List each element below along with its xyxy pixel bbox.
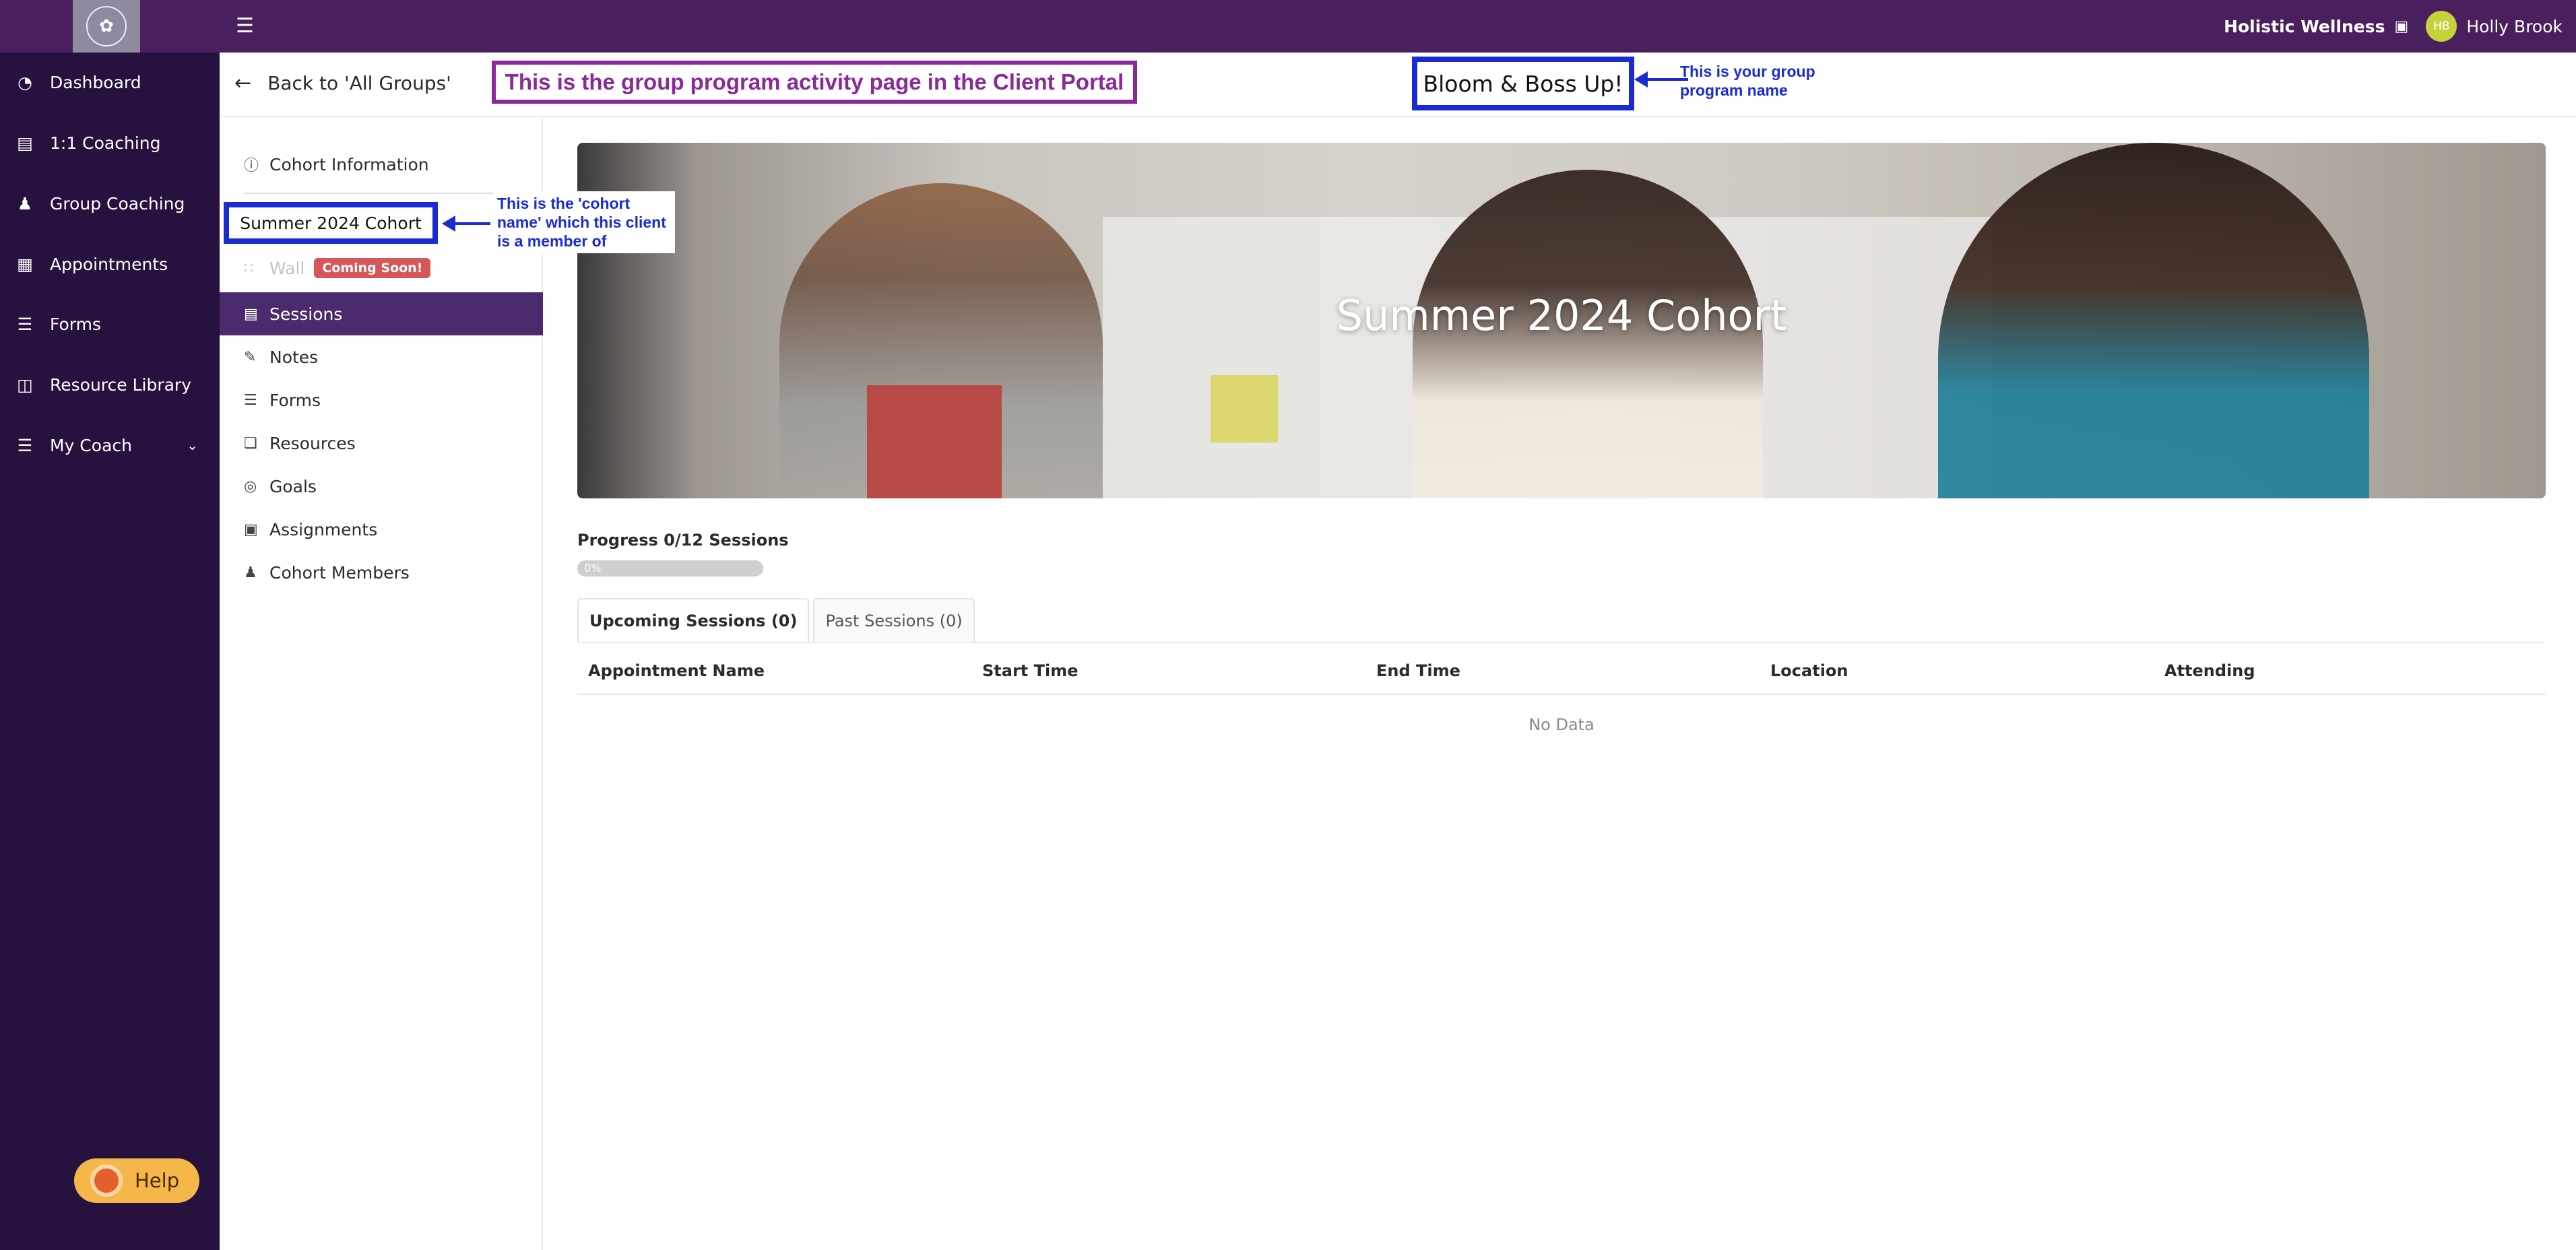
cohort-sidebar: ⓘ Cohort Information Summer 2024 Cohort … — [220, 117, 675, 1250]
tabs-divider — [577, 642, 2546, 643]
sidebar-item-label: Group Coaching — [50, 193, 185, 213]
coming-soon-badge: Coming Soon! — [314, 258, 431, 278]
user-name[interactable]: Holly Brook — [2466, 17, 2563, 36]
cohort-banner: Summer 2024 Cohort — [577, 143, 2546, 498]
top-bar: ✿ ☰ Holistic Wellness ▣ HB Holly Brook — [0, 0, 2576, 53]
cohort-name[interactable]: Summer 2024 Cohort — [224, 202, 438, 244]
annotation-page-description: This is the group program activity page … — [492, 61, 1137, 104]
annotation-cohort-note: This is the 'cohort name' which this cli… — [493, 191, 675, 253]
sessions-table-header: Appointment Name Start Time End Time Loc… — [577, 648, 2546, 695]
resources-icon: ❏ — [244, 434, 257, 452]
sub-item-cohort-members[interactable]: ♟ Cohort Members — [220, 551, 543, 594]
chevron-down-icon: ⌄ — [187, 437, 198, 453]
sub-item-notes[interactable]: ✎ Notes — [220, 335, 543, 379]
sub-item-label: Cohort Members — [269, 562, 410, 583]
sidebar-item-appointments[interactable]: ▦ Appointments — [0, 237, 220, 291]
org-name[interactable]: Holistic Wellness — [2224, 17, 2385, 36]
sidebar-item-my-coach[interactable]: ☰ My Coach ⌄ — [0, 418, 220, 472]
progress-label: Progress 0/12 Sessions — [577, 531, 789, 550]
sub-item-label: Resources — [269, 433, 356, 453]
sub-item-assignments[interactable]: ▣ Assignments — [220, 508, 543, 551]
sidebar-item-forms[interactable]: ☰ Forms — [0, 297, 220, 351]
members-icon: ♟ — [244, 564, 257, 581]
back-to-all-groups-link[interactable]: ← Back to 'All Groups' — [234, 71, 451, 95]
sidebar-item-dashboard[interactable]: ◔ Dashboard — [0, 55, 220, 109]
sidebar-item-label: 1:1 Coaching — [50, 133, 161, 153]
page-header: ← Back to 'All Groups' This is the group… — [220, 53, 2576, 117]
annotation-arrow-left-icon — [442, 216, 490, 232]
column-header-start-time[interactable]: Start Time — [982, 661, 1078, 680]
back-label: Back to 'All Groups' — [267, 72, 451, 94]
wall-icon: ∷ — [244, 259, 253, 277]
sessions-icon: ▤ — [244, 305, 258, 323]
column-header-attending[interactable]: Attending — [2164, 661, 2255, 680]
tab-past-sessions[interactable]: Past Sessions (0) — [813, 598, 975, 643]
sidebar-item-label: Dashboard — [50, 72, 141, 92]
progress-bar: 0% — [577, 560, 763, 577]
column-header-location[interactable]: Location — [1770, 661, 1848, 680]
program-name: Bloom & Boss Up! — [1412, 57, 1634, 110]
avatar[interactable]: HB — [2426, 11, 2457, 42]
empty-table-message: No Data — [1528, 715, 1595, 734]
dashboard-icon: ◔ — [18, 72, 32, 92]
column-header-appointment-name[interactable]: Appointment Name — [588, 661, 765, 680]
progress-percent: 0% — [584, 562, 602, 574]
wall-label: Wall — [269, 258, 305, 278]
library-icon: ◫ — [17, 374, 33, 395]
sidebar-item-label: Forms — [50, 314, 102, 334]
sidebar-item-1-1-coaching[interactable]: ▤ 1:1 Coaching — [0, 116, 220, 170]
main-sidebar: ◔ Dashboard ▤ 1:1 Coaching ♟ Group Coach… — [0, 53, 220, 1250]
lifebuoy-icon — [90, 1164, 123, 1197]
top-right-area: Holistic Wellness ▣ HB Holly Brook — [2224, 0, 2563, 53]
menu-toggle-icon[interactable]: ☰ — [236, 15, 259, 38]
calendar-icon: ▦ — [17, 254, 33, 274]
sub-item-resources[interactable]: ❏ Resources — [220, 422, 543, 465]
sub-item-sessions[interactable]: ▤ Sessions — [220, 292, 543, 335]
column-header-end-time[interactable]: End Time — [1376, 661, 1460, 680]
goals-icon: ◎ — [244, 478, 257, 495]
cohort-information-label: Cohort Information — [269, 154, 429, 174]
sub-item-label: Notes — [269, 347, 319, 367]
sub-item-forms[interactable]: ☰ Forms — [220, 379, 543, 422]
list-icon: ☰ — [17, 314, 33, 334]
arrow-left-icon: ← — [234, 71, 252, 95]
help-label: Help — [135, 1169, 180, 1192]
sub-item-label: Sessions — [269, 304, 343, 324]
sidebar-item-label: Resource Library — [50, 374, 192, 395]
sub-item-label: Goals — [269, 476, 317, 496]
forms-icon: ☰ — [244, 391, 257, 409]
switch-org-icon[interactable]: ▣ — [2395, 18, 2409, 35]
sidebar-item-label: My Coach — [50, 435, 132, 455]
sidebar-item-label: Appointments — [50, 254, 168, 274]
banner-title: Summer 2024 Cohort — [1336, 291, 1787, 340]
session-tabs: Upcoming Sessions (0) Past Sessions (0) — [577, 598, 975, 643]
cohort-information-item[interactable]: ⓘ Cohort Information — [220, 143, 543, 186]
notes-icon: ✎ — [244, 348, 257, 366]
group-icon: ♟ — [17, 193, 33, 213]
sub-item-label: Forms — [269, 390, 321, 410]
brand-logo[interactable]: ✿ — [73, 0, 140, 53]
banner-shirt-left — [867, 385, 1002, 498]
book-icon: ▤ — [17, 133, 33, 153]
sub-item-goals[interactable]: ◎ Goals — [220, 465, 543, 508]
sidebar-item-group-coaching[interactable]: ♟ Group Coaching — [0, 176, 220, 230]
logo-icon: ✿ — [86, 6, 127, 46]
assignments-icon: ▣ — [244, 521, 258, 538]
banner-sticky-note — [1211, 375, 1278, 442]
tab-upcoming-sessions[interactable]: Upcoming Sessions (0) — [577, 598, 810, 643]
help-button[interactable]: Help — [74, 1158, 199, 1203]
annotation-program-note: This is your group program name — [1680, 63, 1815, 99]
sidebar-item-resource-library[interactable]: ◫ Resource Library — [0, 358, 220, 412]
sub-item-label: Assignments — [269, 519, 378, 539]
info-icon: ⓘ — [244, 158, 259, 174]
coach-icon: ☰ — [17, 435, 33, 455]
